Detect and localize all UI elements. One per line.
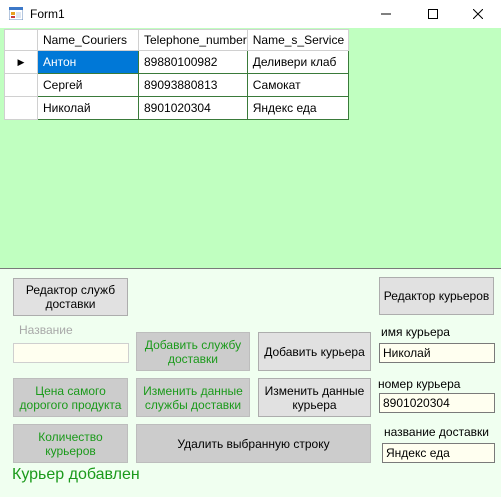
delivery-name-label: название доставки: [384, 425, 489, 439]
close-icon: [473, 9, 483, 19]
table-cell[interactable]: Николай: [37, 96, 139, 120]
table-cell[interactable]: Антон: [37, 50, 139, 74]
add-courier-button[interactable]: Добавить курьера: [258, 332, 371, 371]
row-header[interactable]: [4, 96, 38, 120]
table-cell[interactable]: 8901020304: [138, 96, 248, 120]
delivery-name-input[interactable]: Яндекс еда: [382, 443, 495, 463]
courier-number-input[interactable]: 8901020304: [379, 393, 495, 413]
minimize-icon: [381, 13, 391, 15]
column-header[interactable]: Name_s_Service: [246, 29, 349, 51]
table-cell[interactable]: 89880100982: [138, 50, 248, 74]
minimize-button[interactable]: [363, 0, 409, 28]
column-header[interactable]: Telephone_number: [138, 29, 248, 51]
max-price-button[interactable]: Цена самого дорогого продукта: [13, 378, 128, 417]
close-button[interactable]: [455, 0, 501, 28]
status-message: Курьер добавлен: [12, 466, 140, 483]
add-service-button[interactable]: Добавить службу доставки: [136, 332, 250, 371]
row-header[interactable]: [4, 73, 38, 97]
app-icon: [9, 7, 23, 20]
current-row-icon[interactable]: ▶: [4, 50, 38, 74]
name-input[interactable]: [13, 343, 129, 363]
edit-services-button[interactable]: Редактор служб доставки: [13, 278, 128, 316]
table-cell[interactable]: Самокат: [246, 73, 349, 97]
table-row[interactable]: ▶ Антон 89880100982 Деливери клаб: [4, 50, 349, 74]
title-bar: Form1: [0, 0, 501, 28]
courier-name-input[interactable]: Николай: [379, 343, 495, 363]
row-header-corner[interactable]: [4, 29, 38, 51]
table-cell[interactable]: Яндекс еда: [246, 96, 349, 120]
courier-number-label: номер курьера: [378, 377, 461, 391]
table-cell[interactable]: Сергей: [37, 73, 139, 97]
edit-couriers-button[interactable]: Редактор курьеров: [379, 277, 494, 315]
data-grid-panel[interactable]: Name_Couriers Telephone_number Name_s_Se…: [0, 28, 501, 269]
column-header[interactable]: Name_Couriers: [37, 29, 139, 51]
table-cell[interactable]: 89093880813: [138, 73, 248, 97]
courier-count-button[interactable]: Количество курьеров: [13, 424, 128, 463]
name-label: Название: [19, 323, 73, 337]
couriers-grid[interactable]: Name_Couriers Telephone_number Name_s_Se…: [4, 29, 349, 120]
window-title: Form1: [30, 7, 65, 21]
edit-service-button[interactable]: Изменить данные службы доставки: [136, 378, 250, 417]
delete-row-button[interactable]: Удалить выбранную строку: [136, 424, 371, 463]
grid-header-row: Name_Couriers Telephone_number Name_s_Se…: [4, 29, 349, 51]
table-row[interactable]: Николай 8901020304 Яндекс еда: [4, 96, 349, 120]
maximize-icon: [428, 9, 438, 19]
table-row[interactable]: Сергей 89093880813 Самокат: [4, 73, 349, 97]
table-cell[interactable]: Деливери клаб: [246, 50, 349, 74]
maximize-button[interactable]: [410, 0, 456, 28]
edit-courier-button[interactable]: Изменить данные курьера: [258, 378, 371, 417]
courier-name-label: имя курьера: [381, 325, 450, 339]
